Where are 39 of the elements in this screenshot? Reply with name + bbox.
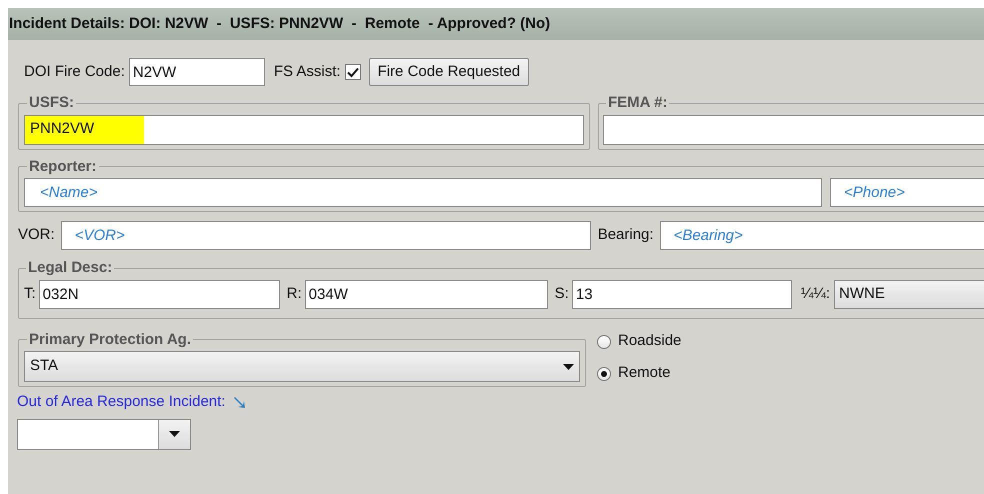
legal-desc-field[interactable]: 032N xyxy=(38,280,280,308)
primary-protection-dropdown[interactable]: STA xyxy=(24,351,580,382)
radio-button[interactable] xyxy=(597,366,611,380)
radio-label: Roadside xyxy=(618,331,682,352)
legal-desc-field[interactable]: 034W xyxy=(304,280,548,308)
name-field[interactable]: <Name> xyxy=(24,178,822,207)
field-label: R: xyxy=(286,284,302,304)
group-label: FEMA #: xyxy=(607,93,668,113)
quarter-dropdown[interactable]: NWNE xyxy=(834,280,984,308)
field-value: PNN2VW xyxy=(25,116,144,144)
arrow-icon xyxy=(233,396,246,409)
field-label: S: xyxy=(554,284,569,304)
field-label: Bearing: xyxy=(598,225,654,246)
fs-assist-checkbox[interactable] xyxy=(344,64,361,80)
fema-field[interactable] xyxy=(603,114,984,144)
dropdown-value: STA xyxy=(30,356,58,376)
dropdown-button[interactable] xyxy=(158,420,190,448)
field-label: VOR: xyxy=(18,225,55,246)
dropdown-arrow-icon xyxy=(563,364,574,370)
radio-button[interactable] xyxy=(597,334,611,348)
dropdown-arrow-icon xyxy=(169,431,180,437)
fire-code-requested-button[interactable]: Fire Code Requested xyxy=(368,58,530,86)
group-label: Legal Desc: xyxy=(27,258,114,278)
out-of-area-link[interactable]: Out of Area Response Incident: xyxy=(17,391,226,414)
radio-label: Remote xyxy=(618,363,671,384)
header-title: Incident Details: DOI: N2VW - USFS: PNN2VW - Remote - Approved? (No) xyxy=(9,14,550,34)
field-label: ¼¼: xyxy=(800,284,830,304)
group-label: Reporter: xyxy=(28,156,98,176)
group-label: Primary Protection Ag. xyxy=(28,330,192,350)
field-label: T: xyxy=(24,284,36,304)
bearing-field[interactable]: <Bearing> xyxy=(660,221,984,250)
group-label: USFS: xyxy=(28,93,75,113)
field-label: FS Assist: xyxy=(274,62,341,82)
doi-fire-code-field[interactable]: N2VW xyxy=(128,58,265,86)
legal-desc-field[interactable]: 13 xyxy=(572,280,792,308)
usfs-field[interactable]: PNN2VW xyxy=(24,114,584,144)
phone-field[interactable]: <Phone> xyxy=(830,178,984,207)
vor-field[interactable]: <VOR> xyxy=(60,221,591,250)
field-label: DOI Fire Code: xyxy=(24,62,125,82)
